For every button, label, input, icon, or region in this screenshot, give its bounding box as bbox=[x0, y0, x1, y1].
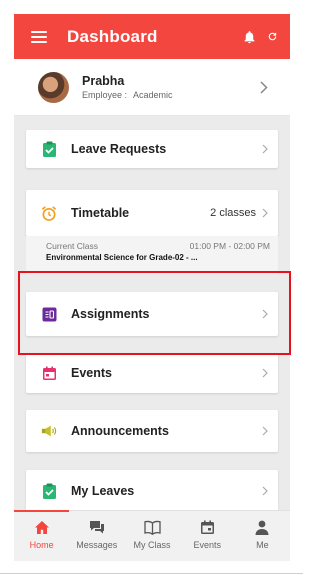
tab-label: My Class bbox=[133, 540, 171, 550]
current-class-time: 01:00 PM - 02:00 PM bbox=[189, 241, 270, 251]
tab-home[interactable]: Home bbox=[14, 510, 70, 561]
avatar bbox=[38, 71, 69, 103]
app-bar: Dashboard bbox=[14, 14, 290, 59]
megaphone-icon bbox=[41, 423, 57, 439]
alarm-clock-icon bbox=[41, 205, 57, 221]
refresh-icon[interactable] bbox=[267, 31, 278, 42]
chevron-right-icon bbox=[260, 80, 268, 94]
assignments-card[interactable]: Assignments bbox=[26, 292, 278, 336]
leave-requests-label: Leave Requests bbox=[71, 142, 167, 156]
chevron-right-icon bbox=[262, 309, 268, 319]
role-label: Employee : bbox=[82, 90, 128, 100]
timetable-count: 2 classes bbox=[210, 207, 256, 219]
calendar-icon bbox=[41, 365, 57, 381]
tab-label: Me bbox=[256, 540, 269, 550]
events-label: Events bbox=[71, 366, 112, 380]
profile-row[interactable]: Prabha Employee : Academic bbox=[14, 59, 290, 116]
tab-messages[interactable]: Messages bbox=[69, 511, 124, 561]
chevron-right-icon bbox=[262, 426, 268, 436]
announcements-label: Announcements bbox=[71, 424, 169, 438]
chevron-right-icon bbox=[262, 486, 268, 496]
timetable-label: Timetable bbox=[71, 206, 130, 220]
clipboard-check-icon bbox=[41, 483, 57, 499]
hamburger-icon[interactable] bbox=[31, 30, 47, 43]
home-icon bbox=[34, 521, 49, 534]
messages-icon bbox=[89, 521, 104, 534]
bottom-divider bbox=[0, 573, 303, 574]
bottom-tab-bar: Home Messages My Class Events Me bbox=[14, 510, 290, 561]
announcements-card[interactable]: Announcements bbox=[26, 410, 278, 452]
chevron-right-icon bbox=[262, 208, 268, 218]
book-icon bbox=[143, 520, 161, 535]
page-title: Dashboard bbox=[67, 26, 158, 46]
assignment-icon bbox=[41, 306, 57, 322]
dashboard-content: Leave Requests Timetable 2 classes Curre… bbox=[14, 116, 290, 510]
current-class-subject: Environmental Science for Grade-02 - ... bbox=[46, 253, 198, 262]
tab-me[interactable]: Me bbox=[235, 511, 290, 561]
current-class-panel[interactable]: Current Class 01:00 PM - 02:00 PM Enviro… bbox=[26, 236, 278, 274]
chevron-right-icon bbox=[262, 144, 268, 154]
calendar-icon bbox=[200, 520, 214, 534]
events-card[interactable]: Events bbox=[26, 353, 278, 393]
bell-icon[interactable] bbox=[242, 29, 257, 45]
tab-label: Home bbox=[29, 540, 54, 550]
person-icon bbox=[255, 520, 269, 535]
current-class-label: Current Class bbox=[46, 241, 98, 251]
tab-events[interactable]: Events bbox=[180, 511, 235, 561]
assignments-label: Assignments bbox=[71, 307, 150, 321]
role-value: Academic bbox=[133, 90, 173, 100]
tab-label: Events bbox=[193, 540, 221, 550]
profile-name: Prabha bbox=[82, 74, 125, 88]
my-leaves-label: My Leaves bbox=[71, 484, 135, 498]
tab-my-class[interactable]: My Class bbox=[124, 511, 179, 561]
leave-requests-card[interactable]: Leave Requests bbox=[26, 130, 278, 168]
my-leaves-card[interactable]: My Leaves bbox=[26, 470, 278, 510]
tab-label: Messages bbox=[76, 540, 118, 550]
clipboard-check-icon bbox=[41, 141, 57, 157]
chevron-right-icon bbox=[262, 368, 268, 378]
timetable-card[interactable]: Timetable 2 classes bbox=[26, 190, 278, 236]
